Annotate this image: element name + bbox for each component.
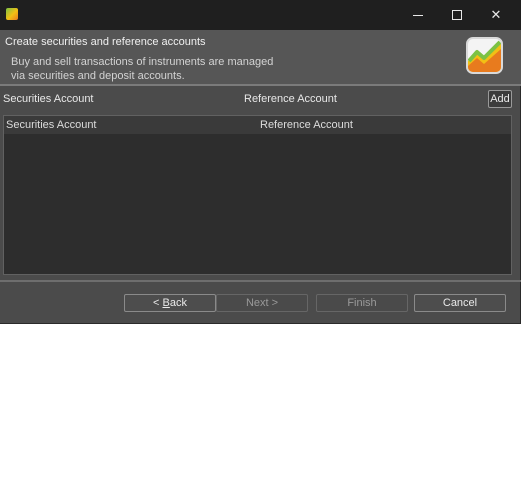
header-separator xyxy=(0,84,521,86)
close-button[interactable]: ✕ xyxy=(476,0,516,30)
maximize-icon xyxy=(452,10,462,20)
back-button-rest: ack xyxy=(169,297,187,309)
minimize-button[interactable] xyxy=(398,0,438,30)
description-line-2: via securities and deposit accounts. xyxy=(11,70,185,82)
table-header: Securities Account Reference Account xyxy=(4,116,511,134)
wizard-header: Create securities and reference accounts… xyxy=(0,30,521,84)
back-button[interactable]: < Back xyxy=(124,294,216,312)
next-button[interactable]: Next > xyxy=(216,294,308,312)
page-description: Buy and sell transactions of instruments… xyxy=(11,55,311,83)
account-field-row: Securities Account Reference Account Add xyxy=(0,87,521,113)
securities-account-label: Securities Account xyxy=(3,93,94,105)
page-title: Create securities and reference accounts xyxy=(5,36,206,48)
footer-separator xyxy=(0,280,521,282)
minimize-icon xyxy=(413,14,423,16)
column-header-securities-account[interactable]: Securities Account xyxy=(6,119,97,131)
finish-button[interactable]: Finish xyxy=(316,294,408,312)
accounts-table[interactable]: Securities Account Reference Account xyxy=(3,115,512,275)
reference-account-label: Reference Account xyxy=(244,93,337,105)
add-button[interactable]: Add xyxy=(488,90,512,108)
column-header-reference-account[interactable]: Reference Account xyxy=(260,119,353,131)
app-icon xyxy=(6,8,18,20)
description-line-1: Buy and sell transactions of instruments… xyxy=(11,56,274,68)
chart-growth-icon xyxy=(466,37,503,74)
logo-graphic xyxy=(468,40,501,72)
wizard-window: ✕ Create securities and reference accoun… xyxy=(0,0,521,324)
cancel-button[interactable]: Cancel xyxy=(414,294,506,312)
maximize-button[interactable] xyxy=(437,0,477,30)
title-bar: ✕ xyxy=(0,0,521,30)
close-icon: ✕ xyxy=(490,7,502,22)
back-button-prefix: < xyxy=(153,297,163,309)
back-button-mnemonic: B xyxy=(162,297,170,309)
